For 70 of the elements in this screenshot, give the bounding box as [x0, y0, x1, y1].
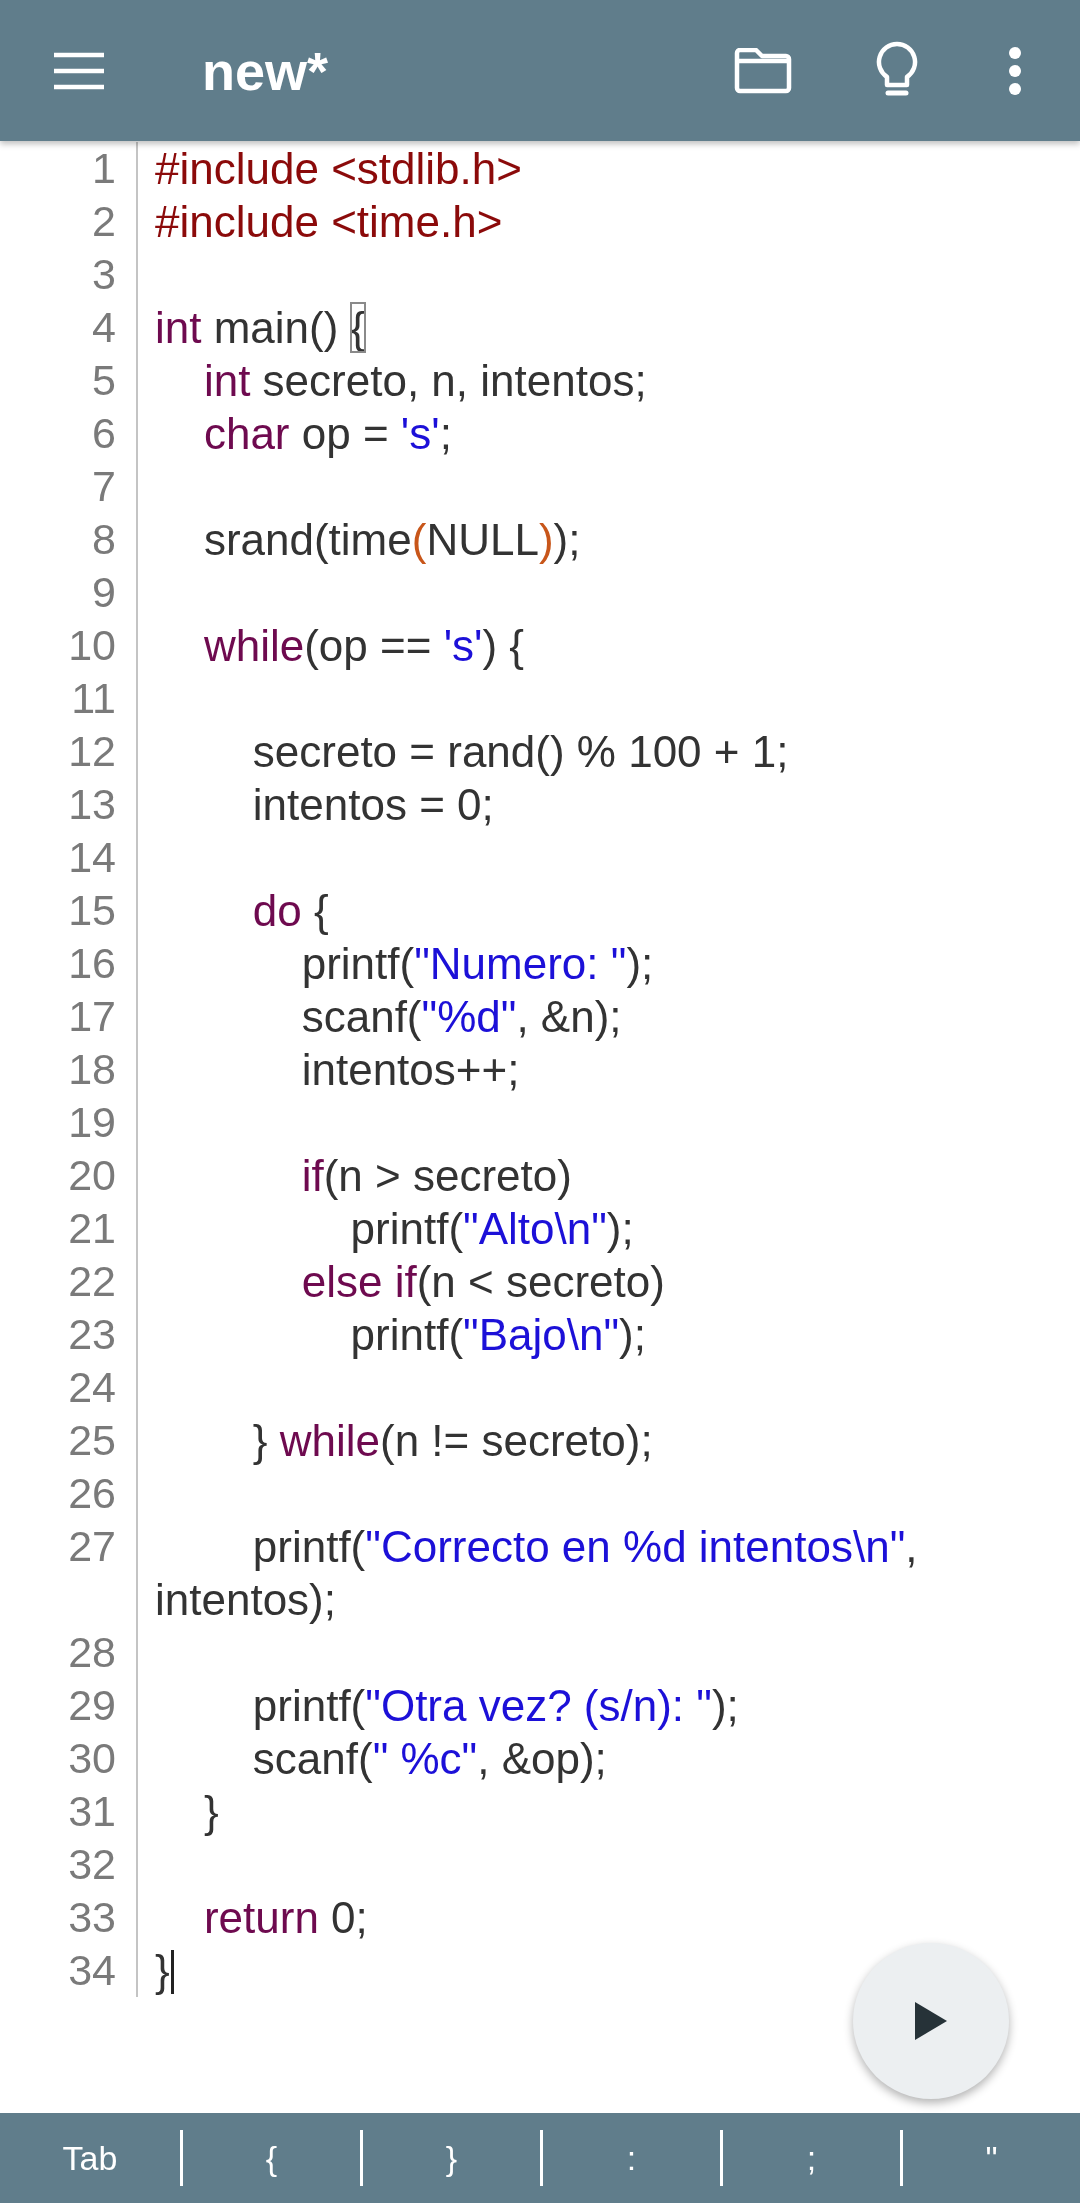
- file-title: new*: [202, 39, 330, 102]
- line-number: 9: [91, 567, 116, 618]
- code-line: printf("Bajo\n");: [349, 1310, 646, 1359]
- run-button[interactable]: [853, 1943, 1009, 2099]
- code-line: int main() {: [155, 303, 366, 352]
- line-number: 1: [91, 143, 116, 194]
- line-number: 4: [91, 302, 116, 353]
- line-number: 12: [67, 726, 116, 777]
- line-number: 21: [67, 1203, 116, 1254]
- line-number: 30: [67, 1733, 116, 1784]
- symbol-key[interactable]: :: [540, 2130, 720, 2186]
- line-number: 23: [67, 1309, 116, 1360]
- line-number: 25: [67, 1415, 116, 1466]
- code-line: return 0;: [202, 1893, 368, 1942]
- line-number: 27: [67, 1521, 116, 1572]
- symbol-key[interactable]: Tab: [0, 2130, 180, 2186]
- code-line: while(op == 's') {: [202, 621, 524, 670]
- code-line: int secreto, n, intentos;: [202, 356, 647, 405]
- line-number: 3: [91, 249, 116, 300]
- line-number: 15: [67, 885, 116, 936]
- code-line: #include <stdlib.h>: [155, 144, 522, 193]
- code-line: }: [202, 1787, 219, 1836]
- code-line: scanf("%d", &n);: [300, 992, 622, 1041]
- code-line: printf("Numero: ");: [300, 939, 654, 988]
- line-number: 22: [67, 1256, 116, 1307]
- symbol-key[interactable]: ": [900, 2130, 1080, 2186]
- more-options-icon: [1008, 45, 1022, 96]
- line-number: 24: [67, 1362, 116, 1413]
- code-line: scanf(" %c", &op);: [251, 1734, 607, 1783]
- symbol-key[interactable]: }: [360, 2130, 540, 2186]
- line-number: 5: [91, 355, 116, 406]
- play-icon: [913, 2000, 949, 2042]
- code-line: #include <time.h>: [155, 197, 503, 246]
- line-number: 6: [91, 408, 116, 459]
- line-number: 2: [91, 196, 116, 247]
- line-number: 17: [67, 991, 116, 1042]
- line-number: 14: [67, 832, 116, 883]
- code-line: printf("Correcto en %d intentos\n", intentos);: [155, 1522, 919, 1624]
- symbol-key[interactable]: {: [180, 2130, 360, 2186]
- line-number: 16: [67, 938, 116, 989]
- line-number: 34: [67, 1945, 116, 1996]
- line-number: 7: [91, 461, 116, 512]
- line-number: 19: [67, 1097, 116, 1148]
- code-line: char op = 's';: [202, 409, 452, 458]
- line-number: 31: [67, 1786, 116, 1837]
- line-number: 11: [70, 673, 116, 724]
- code-line: srand(time(NULL));: [202, 515, 581, 564]
- symbol-key[interactable]: ;: [720, 2130, 900, 2186]
- code-line: printf("Otra vez? (s/n): ");: [251, 1681, 739, 1730]
- code-line: }: [155, 1946, 170, 1995]
- code-line: do {: [251, 886, 329, 935]
- code-line: printf("Alto\n");: [349, 1204, 634, 1253]
- code-line: intentos++;: [300, 1045, 520, 1094]
- line-number: 13: [67, 779, 116, 830]
- folder-icon: [734, 47, 792, 94]
- line-number: 8: [91, 514, 116, 565]
- code-line: if(n > secreto): [300, 1151, 572, 1200]
- line-number: 33: [67, 1892, 116, 1943]
- code-line: } while(n != secreto);: [251, 1416, 653, 1465]
- line-number: 26: [67, 1468, 116, 1519]
- line-number: 10: [67, 620, 116, 671]
- line-number: 18: [67, 1044, 116, 1095]
- code-line: else if(n < secreto): [300, 1257, 665, 1306]
- line-number: 28: [67, 1627, 116, 1678]
- line-number: 32: [67, 1839, 116, 1890]
- line-number: 20: [67, 1150, 116, 1201]
- code-line: intentos = 0;: [251, 780, 494, 829]
- menu-icon: [52, 50, 106, 91]
- line-number: 29: [67, 1680, 116, 1731]
- code-line: secreto = rand() % 100 + 1;: [251, 727, 789, 776]
